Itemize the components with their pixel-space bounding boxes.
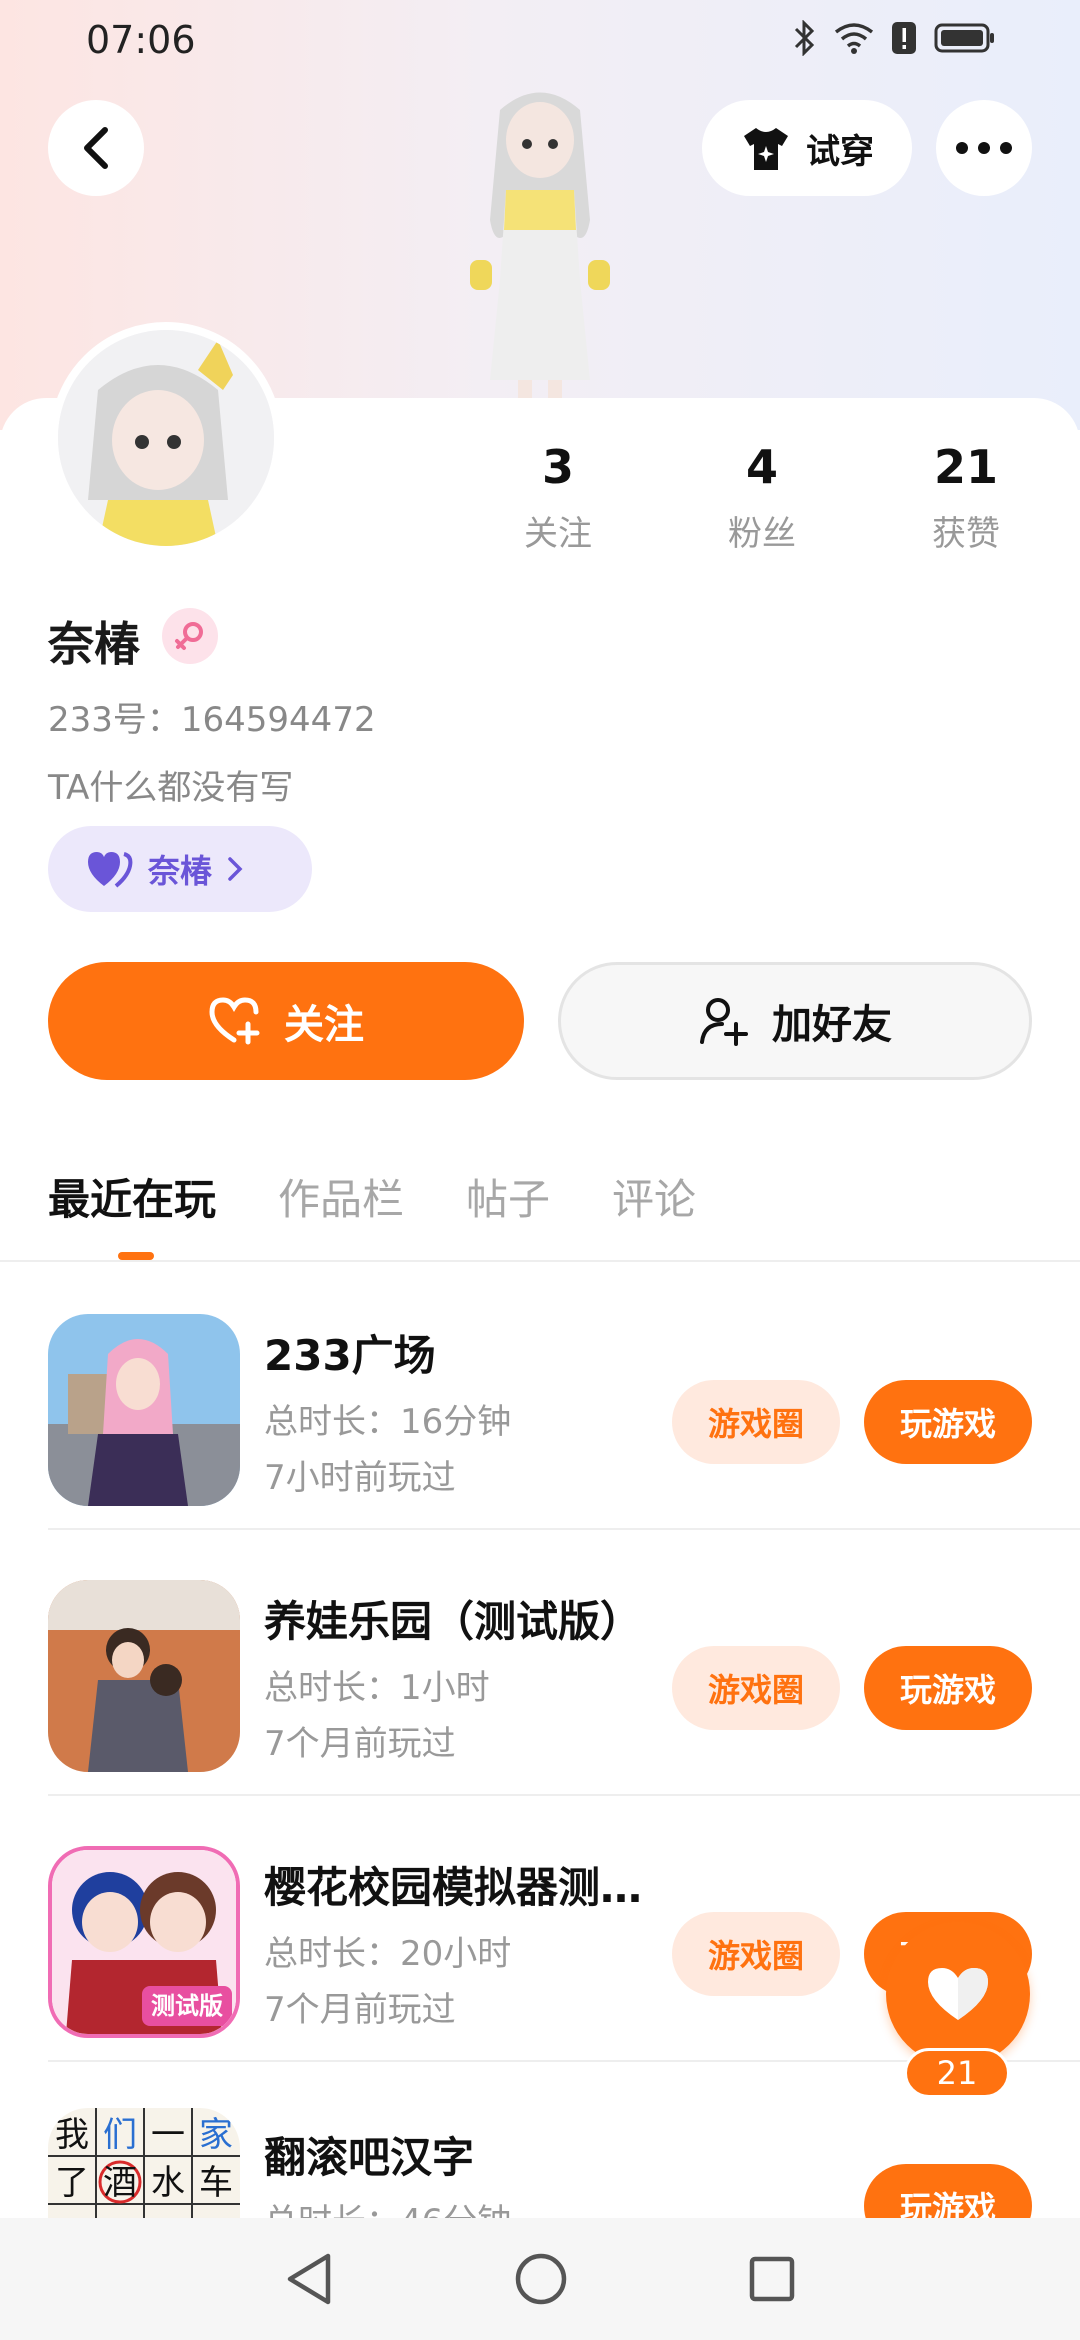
game-circle-button[interactable]: 游戏圈 [672, 1380, 840, 1464]
like-count-badge: 21 [904, 2048, 1010, 2098]
stat-label: 关注 [524, 514, 592, 554]
nav-recents-icon[interactable] [748, 2255, 796, 2303]
stat-label: 获赞 [932, 514, 1000, 554]
nav-back-icon[interactable] [284, 2252, 334, 2306]
heart-plus-icon [209, 997, 260, 1045]
username: 奈椿 [48, 617, 140, 671]
tab-posts[interactable]: 帖子 [466, 1166, 550, 1227]
status-bar: 07:06 [0, 0, 1080, 84]
hanzi-tile: 们 [103, 2115, 137, 2155]
female-icon [175, 622, 203, 650]
avatar-3d-figure [430, 80, 650, 400]
stat-fans[interactable]: 4 粉丝 [682, 440, 842, 555]
play-game-button[interactable]: 玩游戏 [864, 1380, 1032, 1464]
hanzi-tile: 了 [55, 2163, 89, 2203]
more-button[interactable] [936, 100, 1032, 196]
hanzi-tile: 一 [151, 2115, 185, 2155]
game-duration: 总时长：1小时 [264, 1668, 490, 1708]
bio: TA什么都没有写 [48, 768, 294, 808]
stat-value: 21 [933, 440, 998, 494]
follow-label: 关注 [284, 1002, 364, 1048]
back-icon [84, 127, 108, 169]
try-on-button[interactable]: 试穿 [702, 100, 912, 196]
add-friend-button[interactable]: 加好友 [558, 962, 1032, 1080]
stat-following[interactable]: 3 关注 [478, 440, 638, 555]
divider [0, 1260, 1080, 1262]
alert-sim-icon [892, 22, 916, 54]
stat-value: 4 [745, 440, 778, 494]
add-friend-label: 加好友 [772, 1002, 892, 1048]
stat-value: 3 [541, 440, 574, 494]
game-title: 233广场 [264, 1331, 436, 1380]
tab-active-indicator [118, 1252, 154, 1260]
stat-label: 粉丝 [728, 514, 796, 554]
game-circle-button[interactable]: 游戏圈 [672, 1646, 840, 1730]
stat-likes[interactable]: 21 获赞 [886, 440, 1046, 555]
game-icon: 我 们 一 家 了 酒 水 车 [48, 2108, 240, 2218]
chevron-right-icon [228, 857, 243, 881]
status-time: 07:06 [86, 18, 196, 62]
test-version-badge: 测试版 [151, 1992, 223, 2020]
game-icon [48, 1314, 240, 1506]
game-duration: 总时长：16分钟 [264, 1402, 512, 1442]
hanzi-tile: 家 [199, 2115, 233, 2155]
relation-tag-label: 奈椿 [148, 852, 213, 890]
relation-tag-chip[interactable]: 奈椿 [48, 826, 312, 912]
bluetooth-icon [794, 20, 815, 56]
game-duration: 总时长：20小时 [264, 1934, 512, 1974]
tshirt-icon [744, 128, 788, 170]
avatar[interactable] [50, 322, 282, 554]
tab-comments[interactable]: 评论 [612, 1166, 696, 1227]
hanzi-tile: 水 [151, 2163, 185, 2203]
battery-icon [934, 23, 994, 53]
game-title: 翻滚吧汉字 [264, 2133, 475, 2182]
game-icon [48, 1580, 240, 1772]
heart-icon [88, 852, 133, 888]
system-nav-bar [0, 2218, 1080, 2340]
gender-badge [162, 608, 218, 664]
game-title: 养娃乐园（测试版） [264, 1597, 643, 1646]
back-button[interactable] [48, 100, 144, 196]
play-game-button[interactable]: 玩游戏 [864, 1646, 1032, 1730]
game-last-played: 7个月前玩过 [264, 1724, 456, 1764]
game-last-played: 7小时前玩过 [264, 1458, 456, 1498]
game-title: 樱花校园模拟器测… [264, 1863, 643, 1912]
game-circle-button[interactable]: 游戏圈 [672, 1912, 840, 1996]
tab-label: 最近在玩 [48, 1175, 217, 1224]
play-game-button[interactable]: 玩游戏 [864, 2164, 1032, 2218]
try-on-label: 试穿 [806, 131, 874, 172]
tab-recently-played[interactable]: 最近在玩 [48, 1166, 217, 1260]
game-last-played: 7个月前玩过 [264, 1990, 456, 2030]
hanzi-tile: 车 [199, 2163, 233, 2203]
heart-icon [928, 1968, 988, 2020]
list-item[interactable]: 233广场 总时长：16分钟 7小时前玩过 游戏圈 玩游戏 [0, 1264, 1080, 1530]
list-item[interactable]: 养娃乐园（测试版） 总时长：1小时 7个月前玩过 游戏圈 玩游戏 [0, 1530, 1080, 1796]
game-duration: 总时长：46分钟 [264, 2194, 511, 2218]
person-add-icon [700, 998, 748, 1046]
game-icon: 测试版 [48, 1846, 240, 2038]
status-icons [792, 20, 996, 56]
more-icon [956, 142, 1012, 154]
hanzi-tile: 我 [55, 2115, 89, 2155]
nav-home-icon[interactable] [514, 2252, 568, 2306]
tab-bar: 最近在玩 作品栏 帖子 评论 [48, 1166, 696, 1260]
like-fab-button[interactable] [886, 1922, 1030, 2066]
hanzi-tile: 酒 [103, 2163, 137, 2203]
tab-works[interactable]: 作品栏 [278, 1166, 404, 1227]
wifi-icon [834, 23, 874, 54]
follow-button[interactable]: 关注 [48, 962, 524, 1080]
user-id: 233号：164594472 [48, 700, 376, 740]
